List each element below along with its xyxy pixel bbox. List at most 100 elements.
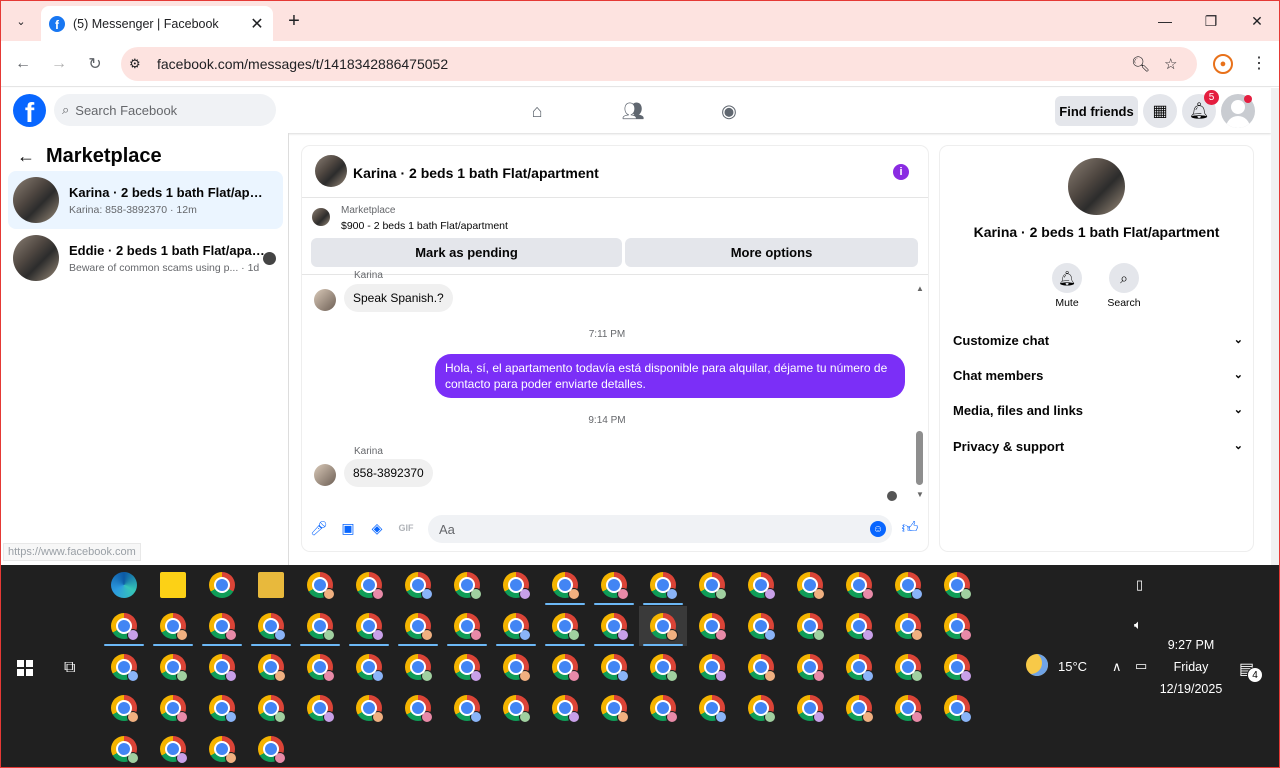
chrome-window-icon[interactable]	[503, 613, 531, 641]
chrome-window-icon[interactable]	[552, 695, 580, 723]
chrome-window-icon[interactable]	[895, 572, 923, 600]
chrome-window-icon[interactable]	[307, 654, 335, 682]
chrome-window-icon[interactable]	[405, 654, 433, 682]
section-media-files-links[interactable]: Media, files and links ⌄	[953, 403, 1243, 418]
chrome-window-icon[interactable]	[356, 613, 384, 641]
chrome-window-icon[interactable]	[209, 613, 237, 641]
chat-avatar[interactable]	[315, 155, 347, 187]
chrome-window-icon[interactable]	[111, 654, 139, 682]
microphone-icon[interactable]: 🎤︎	[310, 519, 328, 537]
address-bar[interactable]: ⚙ facebook.com/messages/t/14183428864750…	[121, 47, 1197, 81]
chrome-window-icon[interactable]	[307, 695, 335, 723]
chrome-window-icon[interactable]	[111, 695, 139, 723]
chrome-window-icon[interactable]	[503, 572, 531, 600]
bookmark-star-icon[interactable]: ☆	[1164, 55, 1177, 73]
chrome-window-icon[interactable]	[405, 613, 433, 641]
volume-icon[interactable]: 🔈︎	[1134, 617, 1142, 633]
site-info-icon[interactable]: ⚙	[129, 56, 151, 72]
forward-button[interactable]: →	[47, 52, 71, 76]
edge-browser-icon[interactable]	[111, 572, 137, 598]
profile-icon[interactable]: ●	[1213, 54, 1233, 74]
close-window-button[interactable]: ✕	[1234, 1, 1279, 41]
zoom-icon[interactable]: 🔍︎	[1131, 55, 1150, 73]
chrome-window-icon[interactable]	[797, 613, 825, 641]
search-conversation-button[interactable]: ⌕ Search	[1104, 263, 1144, 309]
chrome-window-icon[interactable]	[944, 695, 972, 723]
section-chat-members[interactable]: Chat members ⌄	[953, 368, 1243, 383]
chrome-window-icon[interactable]	[846, 695, 874, 723]
new-tab-button[interactable]: +	[282, 9, 306, 33]
groups-icon[interactable]: ◉	[718, 100, 740, 122]
chrome-window-icon[interactable]	[552, 654, 580, 682]
weather-icon[interactable]	[1026, 654, 1048, 676]
task-view-icon[interactable]: ⧉	[64, 659, 75, 677]
scroll-up-icon[interactable]: ▲	[916, 284, 924, 293]
chrome-window-icon[interactable]	[650, 572, 678, 600]
chrome-window-icon[interactable]	[748, 572, 776, 600]
chrome-window-icon[interactable]	[846, 613, 874, 641]
chrome-window-icon[interactable]	[160, 695, 188, 723]
chrome-window-icon[interactable]	[503, 695, 531, 723]
thread-item-karina[interactable]: Karina · 2 beds 1 bath Flat/apartm... Ka…	[8, 171, 283, 229]
chrome-window-icon[interactable]	[111, 613, 139, 641]
minimize-button[interactable]: —	[1142, 1, 1188, 41]
outgoing-message[interactable]: Hola, sí, el apartamento todavía está di…	[435, 354, 905, 398]
emoji-icon[interactable]: ☺	[870, 521, 886, 537]
chrome-window-icon[interactable]	[209, 736, 237, 764]
chrome-window-icon[interactable]	[307, 572, 335, 600]
browser-menu-icon[interactable]: ⋮	[1251, 53, 1267, 73]
chrome-window-icon[interactable]	[748, 654, 776, 682]
chat-title[interactable]: Karina · 2 beds 1 bath Flat/apartment	[353, 165, 599, 181]
more-options-button[interactable]: More options	[625, 238, 918, 267]
thread-item-eddie[interactable]: Eddie · 2 beds 1 bath Flat/apart... Bewa…	[8, 229, 283, 287]
mute-button[interactable]: 🔔︎ Mute	[1047, 263, 1087, 309]
chrome-window-icon[interactable]	[160, 654, 188, 682]
mark-as-pending-button[interactable]: Mark as pending	[311, 238, 622, 267]
facebook-search-input[interactable]: ⌕ Search Facebook	[54, 94, 276, 126]
gif-icon[interactable]: GIF	[397, 519, 415, 537]
message-input[interactable]: Aa ☺	[428, 515, 892, 543]
chrome-window-icon[interactable]	[258, 695, 286, 723]
chrome-window-icon[interactable]	[601, 613, 629, 641]
chrome-window-icon[interactable]	[454, 613, 482, 641]
scroll-down-icon[interactable]: ▼	[916, 490, 924, 499]
chrome-window-icon[interactable]	[552, 613, 580, 641]
chrome-window-icon[interactable]	[356, 654, 384, 682]
tab-close-icon[interactable]: ✕	[249, 14, 265, 34]
chrome-window-icon[interactable]	[895, 654, 923, 682]
network-icon[interactable]: ▭	[1135, 658, 1147, 674]
file-explorer-icon[interactable]	[258, 572, 284, 598]
chrome-window-icon[interactable]	[454, 654, 482, 682]
chrome-window-icon[interactable]	[111, 736, 139, 764]
incoming-message[interactable]: Speak Spanish.?	[344, 284, 453, 312]
chrome-window-icon[interactable]	[748, 613, 776, 641]
chrome-window-icon[interactable]	[503, 654, 531, 682]
reload-button[interactable]: ↻	[83, 52, 107, 76]
info-icon[interactable]: i	[893, 164, 909, 180]
chrome-window-icon[interactable]	[895, 695, 923, 723]
incoming-message[interactable]: 858-3892370	[344, 459, 433, 487]
chrome-window-icon[interactable]	[650, 613, 678, 641]
chrome-window-icon[interactable]	[944, 613, 972, 641]
listing-thumbnail[interactable]	[312, 208, 330, 226]
chrome-window-icon[interactable]	[307, 613, 335, 641]
sender-avatar[interactable]	[314, 289, 336, 311]
chrome-window-icon[interactable]	[944, 654, 972, 682]
start-button[interactable]	[17, 660, 33, 676]
facebook-logo-icon[interactable]: f	[13, 94, 46, 127]
sticky-notes-icon[interactable]	[160, 572, 186, 598]
back-arrow-icon[interactable]: ←	[17, 146, 35, 167]
chrome-window-icon[interactable]	[748, 695, 776, 723]
sender-avatar[interactable]	[314, 464, 336, 486]
page-scrollbar[interactable]	[1271, 88, 1279, 565]
chrome-window-icon[interactable]	[405, 695, 433, 723]
chrome-window-icon[interactable]	[209, 695, 237, 723]
url-text[interactable]: facebook.com/messages/t/1418342886475052	[157, 56, 448, 72]
chrome-window-icon[interactable]	[846, 654, 874, 682]
scroll-thumb[interactable]	[916, 431, 923, 485]
tab-search-dropdown[interactable]: ⌄	[9, 9, 33, 33]
chrome-window-icon[interactable]	[209, 654, 237, 682]
home-icon[interactable]: ⌂	[526, 100, 548, 122]
clock-date[interactable]: 12/19/2025	[1156, 682, 1226, 696]
chat-scrollbar[interactable]: ▲ ▼	[915, 284, 925, 504]
